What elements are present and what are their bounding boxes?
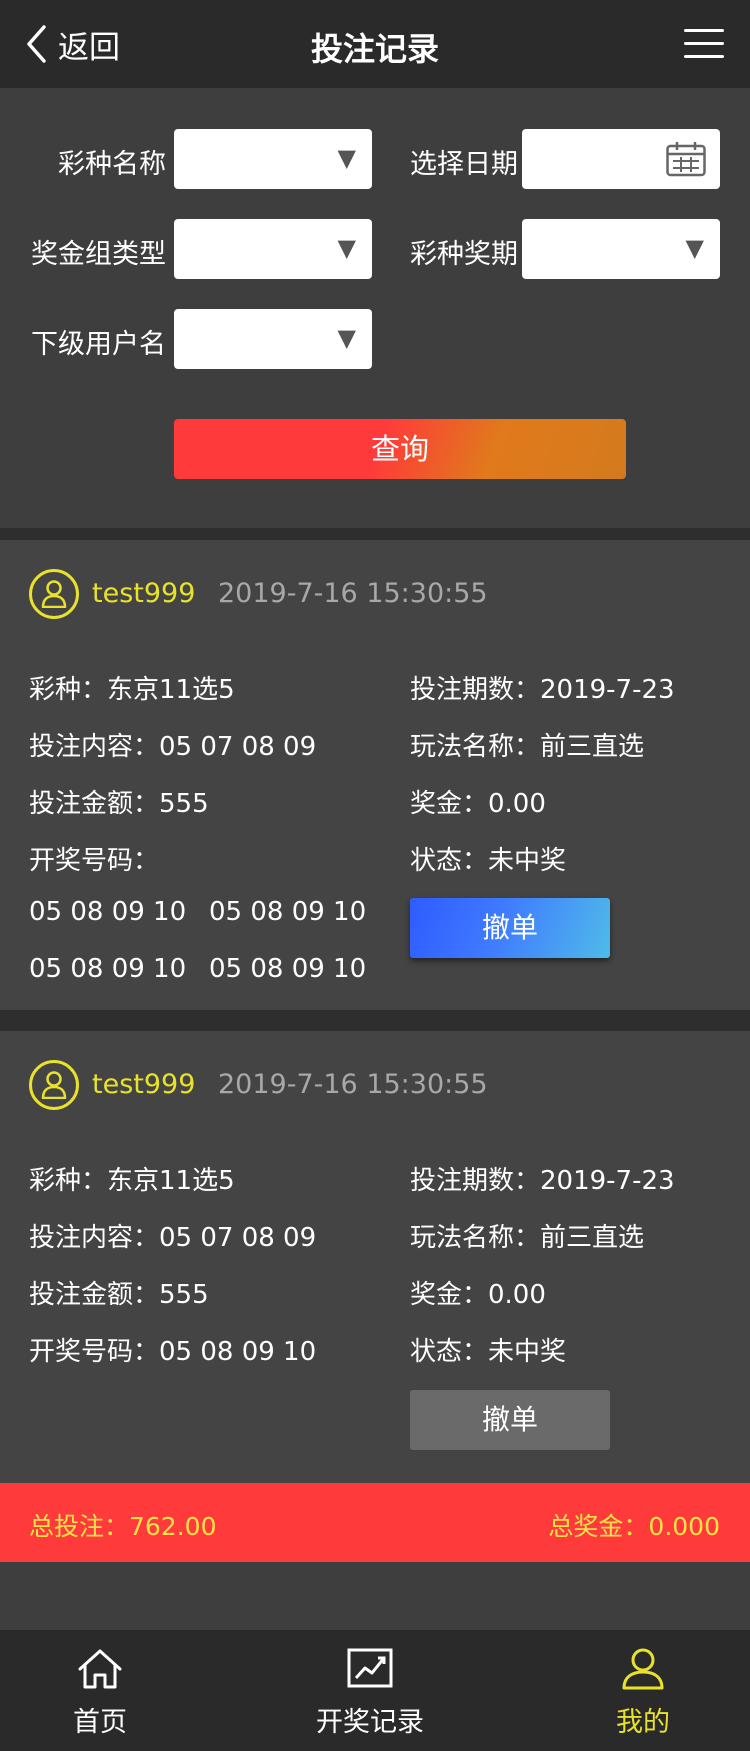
lottery-type: 彩种：东京11选5 [29, 1166, 235, 1196]
prize-amount: 奖金：0.00 [410, 1280, 546, 1310]
dropdown-arrow-icon: ▼ [337, 324, 356, 352]
total-bet: 总投注：762.00 [29, 1512, 217, 1541]
prize-amount: 奖金：0.00 [410, 789, 546, 819]
filter-panel: 彩种名称 ▼ 选择日期 奖金组类型 ▼ 彩种奖期 ▼ 下级用户名 ▼ 查询 [0, 88, 750, 528]
bet-amount: 投注金额：555 [29, 1280, 209, 1310]
date-label: 选择日期 [410, 149, 518, 180]
nav-draw-history-label: 开奖记录 [316, 1707, 424, 1738]
nav-mine[interactable]: 我的 [543, 1630, 743, 1751]
lottery-name-label: 彩种名称 [58, 149, 166, 180]
draw-number: 05 08 09 10 [209, 954, 367, 984]
prize-group-label: 奖金组类型 [31, 239, 166, 270]
bet-amount: 投注金额：555 [29, 789, 209, 819]
nav-mine-label: 我的 [616, 1707, 670, 1738]
nav-home-label: 首页 [73, 1707, 127, 1738]
draw-number: 05 08 09 10 [209, 897, 367, 927]
divider [0, 1010, 750, 1031]
draw-number: 05 08 09 10 [29, 954, 187, 984]
nav-home[interactable]: 首页 [0, 1630, 200, 1751]
page-title: 投注记录 [310, 30, 439, 68]
sub-user-label: 下级用户名 [31, 329, 166, 360]
search-button[interactable]: 查询 [174, 419, 626, 479]
menu-icon[interactable] [684, 27, 724, 59]
bet-status: 状态：未中奖 [410, 1337, 567, 1367]
divider [0, 528, 750, 540]
username: test999 [92, 578, 196, 609]
bet-record-card: test999 2019-7-16 15:30:55 彩种：东京11选5 投注期… [0, 540, 750, 1010]
totals-bar: 总投注：762.00 总奖金：0.000 [0, 1483, 750, 1562]
prize-group-select[interactable]: ▼ [174, 219, 372, 279]
draw-number-label: 开奖号码： [29, 846, 160, 876]
issue-select[interactable]: ▼ [522, 219, 720, 279]
user-icon [29, 569, 79, 619]
bet-content: 投注内容：05 07 08 09 [29, 1223, 317, 1253]
lottery-type: 彩种：东京11选5 [29, 675, 235, 705]
bet-period: 投注期数：2019-7-23 [410, 1166, 675, 1196]
dropdown-arrow-icon: ▼ [685, 234, 704, 262]
cancel-bet-button[interactable]: 撤单 [410, 898, 610, 958]
bet-period: 投注期数：2019-7-23 [410, 675, 675, 705]
bet-content: 投注内容：05 07 08 09 [29, 732, 317, 762]
draw-number: 开奖号码：05 08 09 10 [29, 1337, 317, 1367]
username: test999 [92, 1069, 196, 1100]
bet-time: 2019-7-16 15:30:55 [218, 1069, 488, 1100]
draw-number: 05 08 09 10 [29, 897, 187, 927]
lottery-name-select[interactable]: ▼ [174, 129, 372, 189]
user-icon [29, 1060, 79, 1110]
bet-time: 2019-7-16 15:30:55 [218, 578, 488, 609]
top-bar: 返回 投注记录 [0, 0, 750, 88]
date-picker[interactable] [522, 129, 720, 189]
bet-status: 状态：未中奖 [410, 846, 567, 876]
issue-label: 彩种奖期 [410, 239, 518, 270]
total-prize: 总奖金：0.000 [548, 1512, 720, 1541]
sub-user-select[interactable]: ▼ [174, 309, 372, 369]
bottom-nav: 首页 开奖记录 我的 [0, 1630, 750, 1751]
nav-draw-history[interactable]: 开奖记录 [270, 1630, 470, 1751]
bet-record-card: test999 2019-7-16 15:30:55 彩种：东京11选5 投注期… [0, 1031, 750, 1483]
play-name: 玩法名称：前三直选 [410, 1223, 645, 1253]
play-name: 玩法名称：前三直选 [410, 732, 645, 762]
cancel-bet-button[interactable]: 撤单 [410, 1390, 610, 1450]
calendar-icon [666, 141, 706, 181]
